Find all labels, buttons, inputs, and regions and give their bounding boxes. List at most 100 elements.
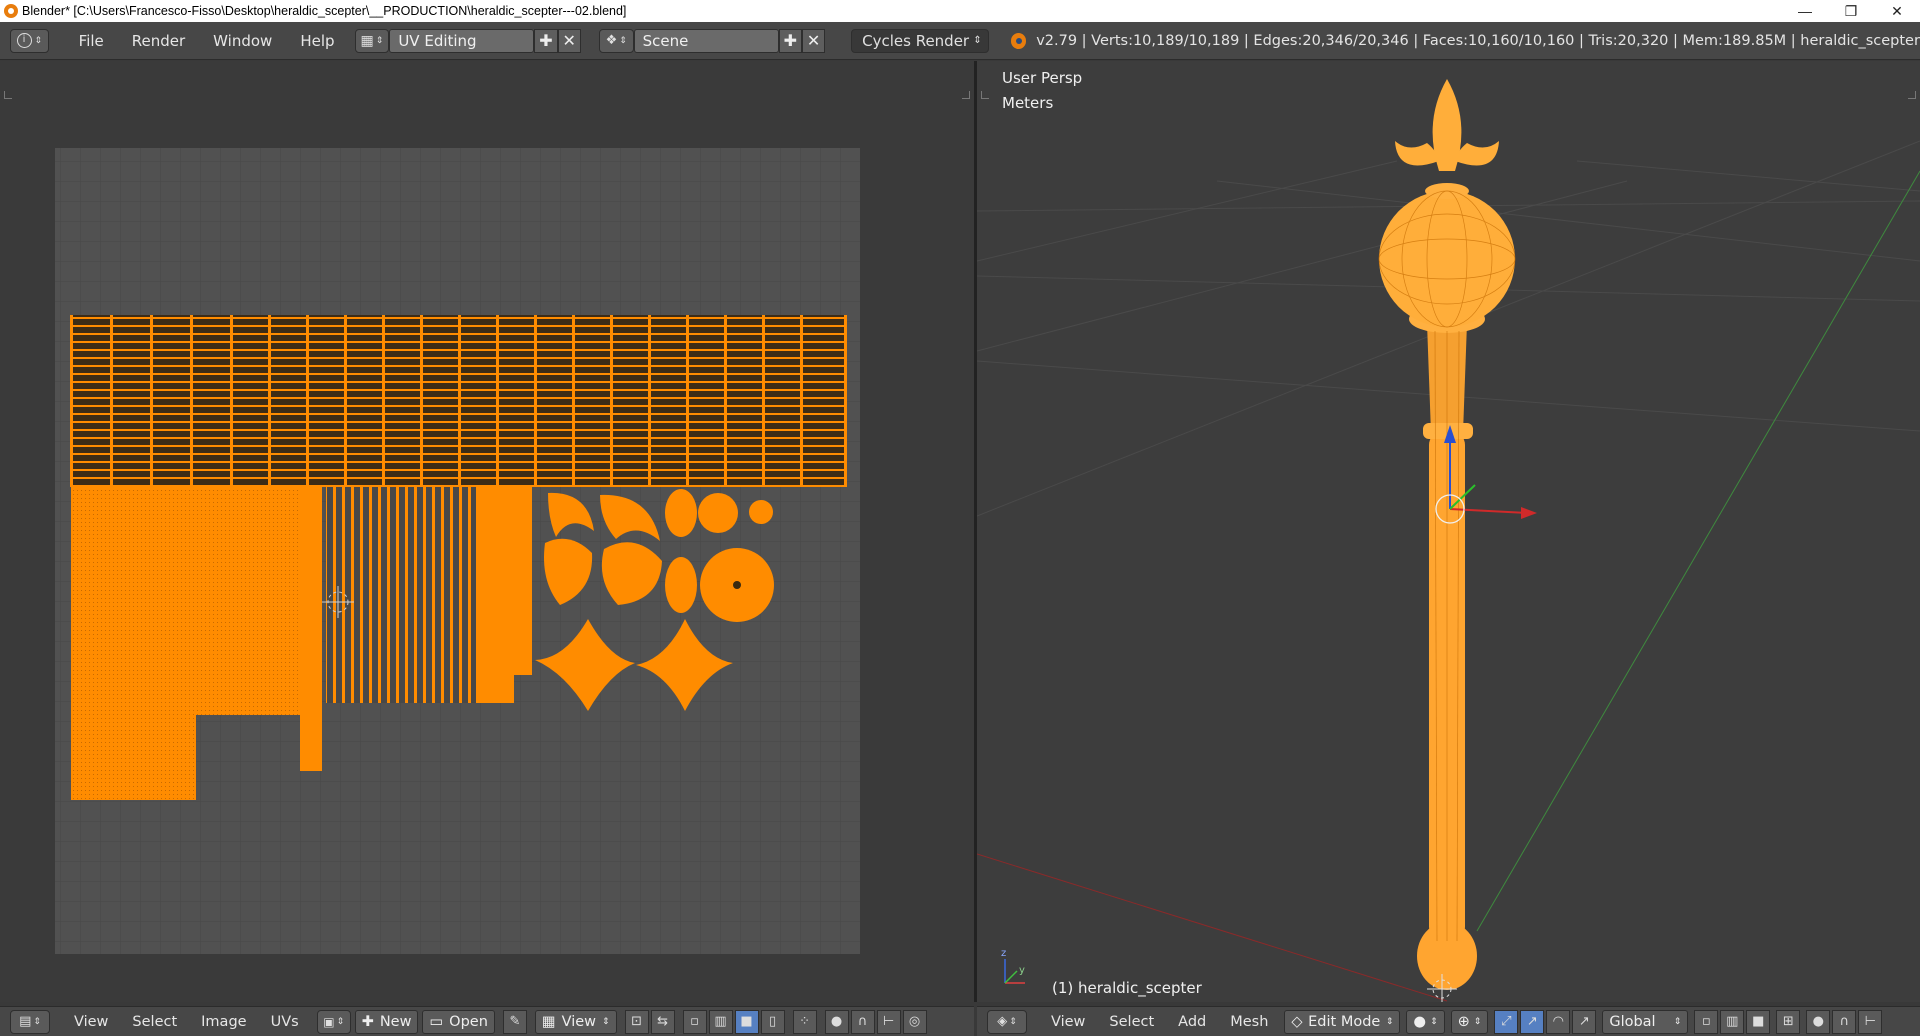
rotate-manipulator-button[interactable]: ◠	[1546, 1009, 1571, 1034]
scene-statistics: v2.79 | Verts:10,189/10,189 | Edges:20,3…	[1036, 32, 1920, 49]
3d-viewport[interactable]: User Persp Meters (1) heraldic_scepter z…	[977, 61, 1920, 1002]
updown-arrows-icon: ⇕	[336, 1016, 345, 1027]
view-mode-icon: ▦	[541, 1013, 556, 1030]
scale-manipulator-button[interactable]: ↗	[1572, 1009, 1597, 1034]
folder-icon: ▭	[429, 1013, 444, 1030]
rotate-icon: ◠	[1552, 1014, 1564, 1029]
island-select-icon: ▯	[769, 1014, 777, 1029]
new-image-button[interactable]: ✚ New	[354, 1009, 419, 1034]
cube-icon: ◈	[997, 1014, 1008, 1029]
uv-view-mode-dropdown[interactable]: ▦ View ⇕	[534, 1009, 617, 1034]
edit-mode-icon: ◇	[1291, 1013, 1303, 1030]
updown-arrows-icon: ⇕	[973, 35, 982, 46]
sticky-selection-button[interactable]: ⁘	[792, 1009, 817, 1034]
menu-file[interactable]: File	[65, 32, 118, 50]
sync-selection-button[interactable]: ⇆	[650, 1009, 675, 1034]
blender-logo-icon	[4, 4, 18, 18]
transform-orientation-dropdown[interactable]: Global ⇕	[1602, 1009, 1689, 1034]
uv-menu-view[interactable]: View	[62, 1014, 120, 1030]
add-scene-button[interactable]: ✚	[778, 28, 802, 53]
3d-menu-mesh[interactable]: Mesh	[1218, 1014, 1280, 1030]
pivot-point-dropdown[interactable]: ⊕ ⇕	[1450, 1009, 1489, 1034]
scene-field[interactable]: Scene	[633, 28, 779, 53]
uv-island-sphere-bottom	[196, 487, 300, 715]
snap-target-button[interactable]: ⊢	[1858, 1009, 1883, 1034]
face-select-button[interactable]: ■	[1746, 1009, 1771, 1034]
vertex-select-button[interactable]: ▫	[1694, 1009, 1719, 1034]
maximize-button[interactable]: ❐	[1828, 0, 1874, 22]
updown-arrows-icon: ⇕	[1473, 1016, 1482, 1027]
viewport-shading-dropdown[interactable]: ● ⇕	[1406, 1009, 1445, 1034]
plus-icon: ✚	[539, 31, 553, 50]
uv-menu-uvs[interactable]: UVs	[259, 1014, 311, 1030]
pin-image-button[interactable]: ✎	[502, 1009, 527, 1034]
remove-scene-button[interactable]: ✕	[801, 28, 826, 53]
snap-button[interactable]: ∩	[850, 1009, 875, 1034]
scene-icon: ❖	[605, 33, 618, 48]
vertex-select-button[interactable]: ▫	[682, 1009, 707, 1034]
updown-arrows-icon: ⇕	[602, 1016, 610, 1027]
close-button[interactable]: ✕	[1874, 0, 1920, 22]
add-screen-layout-button[interactable]: ✚	[534, 28, 558, 53]
proportional-icon: ●	[830, 1014, 843, 1029]
3d-menu-add[interactable]: Add	[1166, 1014, 1218, 1030]
cursor-icon: ◎	[908, 1014, 921, 1029]
island-select-button[interactable]: ▯	[760, 1009, 785, 1034]
updown-arrows-icon: ⇕	[619, 35, 627, 46]
sync-icon: ⇆	[657, 1014, 669, 1029]
uv-canvas[interactable]	[0, 61, 974, 1002]
menu-help[interactable]: Help	[286, 32, 348, 50]
face-select-button[interactable]: ■	[734, 1009, 759, 1034]
uv-menu-select[interactable]: Select	[120, 1014, 189, 1030]
window-title: Blender* [C:\Users\Francesco-Fisso\Deskt…	[22, 4, 627, 18]
vertex-select-icon: ▫	[690, 1014, 699, 1029]
layout-grid-icon: ▦	[360, 32, 374, 49]
image-icon: ▣	[323, 1014, 335, 1029]
proportional-icon: ●	[1812, 1014, 1824, 1029]
render-engine-dropdown[interactable]: Cycles Render ⇕	[851, 28, 989, 53]
proportional-edit-button[interactable]: ●	[1806, 1009, 1831, 1034]
scene-browse-button[interactable]: ❖ ⇕	[598, 28, 634, 53]
edge-select-button[interactable]: ▥	[708, 1009, 733, 1034]
scepter-mesh[interactable]	[1378, 79, 1516, 990]
snap-button[interactable]: ∩	[1832, 1009, 1857, 1034]
limit-selection-icon: ⊞	[1782, 1014, 1794, 1029]
uv-island-narrow	[300, 487, 322, 771]
menu-window[interactable]: Window	[199, 32, 286, 50]
3d-menu-select[interactable]: Select	[1097, 1014, 1166, 1030]
magnet-icon: ∩	[857, 1014, 868, 1029]
new-image-label: New	[379, 1013, 412, 1030]
arrow-icon: ↗	[1526, 1014, 1538, 1029]
screen-layout-field[interactable]: UV Editing	[389, 28, 535, 53]
translate-manipulator-button[interactable]: ↗	[1520, 1009, 1545, 1034]
3d-editor-type-button[interactable]: ◈ ⇕	[987, 1009, 1027, 1034]
y-axis-line	[1476, 170, 1920, 932]
blender-logo-icon	[1010, 32, 1027, 49]
proportional-edit-button[interactable]: ●	[824, 1009, 849, 1034]
pivot-point-button[interactable]: ⊡	[624, 1009, 649, 1034]
uv-extra-button[interactable]: ◎	[902, 1009, 927, 1034]
svg-text:z: z	[1001, 948, 1006, 959]
uv-editor-type-button[interactable]: ▤ ⇕	[10, 1009, 50, 1034]
edge-select-icon: ▥	[1726, 1014, 1739, 1029]
manipulator-toggle-button[interactable]: ⤢	[1494, 1009, 1519, 1034]
solid-shading-icon: ●	[1413, 1013, 1427, 1030]
viewport-canvas[interactable]: z y	[977, 61, 1920, 1002]
image-browse-button[interactable]: ▣ ⇕	[316, 1009, 351, 1034]
uv-island-sphere-top	[71, 487, 196, 800]
snap-target-button[interactable]: ⊢	[876, 1009, 901, 1034]
limit-selection-button[interactable]: ⊞	[1776, 1009, 1801, 1034]
screen-layout-browse-button[interactable]: ▦ ⇕	[354, 28, 390, 53]
interaction-mode-dropdown[interactable]: ◇ Edit Mode ⇕	[1284, 1009, 1401, 1034]
uv-menu-image[interactable]: Image	[189, 1014, 258, 1030]
minimize-button[interactable]: —	[1782, 0, 1828, 22]
plus-icon: ✚	[361, 1013, 374, 1030]
edge-select-button[interactable]: ▥	[1720, 1009, 1745, 1034]
uv-image-editor[interactable]	[0, 61, 974, 1002]
info-editor-type-button[interactable]: i ⇕	[10, 28, 49, 53]
menu-render[interactable]: Render	[118, 32, 199, 50]
open-image-button[interactable]: ▭ Open	[422, 1009, 495, 1034]
updown-arrows-icon: ⇕	[33, 1016, 41, 1027]
3d-menu-view[interactable]: View	[1039, 1014, 1097, 1030]
remove-screen-layout-button[interactable]: ✕	[557, 28, 581, 53]
